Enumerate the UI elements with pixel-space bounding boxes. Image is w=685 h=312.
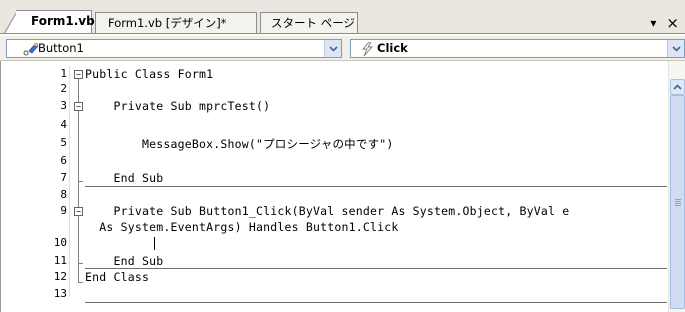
document-tab-strip: Form1.vb* Form1.vb [デザイン]* スタート ページ ▾ × (0, 0, 685, 36)
close-icon[interactable]: × (666, 14, 679, 32)
vertical-scrollbar[interactable] (668, 61, 685, 312)
event-lightning-icon (362, 42, 374, 56)
code-text: Private Sub mprcTest() (85, 99, 271, 113)
change-indicator-bar (69, 65, 70, 297)
scroll-up-button[interactable] (670, 79, 685, 95)
procedure-separator (85, 302, 667, 303)
collapse-method-toggle[interactable]: − (74, 207, 83, 216)
outline-guide-end (78, 181, 83, 182)
class-name-combobox[interactable]: Button1 (6, 39, 342, 58)
code-line-continuation: As System.EventArgs) Handles Button1.Cli… (1, 220, 671, 235)
code-text: End Class (85, 270, 150, 284)
line-number: 10 (53, 236, 67, 249)
collapse-class-toggle[interactable]: − (74, 70, 83, 79)
code-text: Private Sub Button1_Click(ByVal sender A… (85, 204, 570, 218)
chevron-down-icon[interactable] (324, 40, 341, 57)
navigation-bar: Button1 Click (0, 36, 685, 61)
code-line: 13 (1, 287, 671, 302)
tab-form1-design[interactable]: Form1.vb [デザイン]* (95, 12, 257, 34)
code-text: MessageBox.Show("プロシージャの中です") (85, 137, 394, 151)
code-line: 9 Private Sub Button1_Click(ByVal sender… (1, 204, 671, 219)
code-text: As System.EventArgs) Handles Button1.Cli… (85, 220, 399, 234)
tab-form1-vb[interactable]: Form1.vb* (16, 10, 101, 34)
line-number: 9 (60, 204, 67, 217)
code-line: 2 (1, 82, 671, 97)
code-text: End Sub (85, 171, 164, 185)
line-number: 3 (60, 99, 67, 112)
line-number: 6 (60, 154, 67, 167)
line-number: 8 (60, 188, 67, 201)
code-line: 6 (1, 154, 671, 169)
code-line: 5 MessageBox.Show("プロシージャの中です") (1, 136, 671, 151)
method-name-value: Click (377, 41, 408, 55)
code-line: 1 Public Class Form1 (1, 67, 671, 82)
line-number: 5 (60, 136, 67, 149)
code-line: 3 Private Sub mprcTest() (1, 99, 671, 114)
outline-guide-end (78, 282, 83, 283)
control-icon (23, 43, 39, 56)
class-name-value: Button1 (38, 41, 84, 55)
line-number: 12 (53, 270, 67, 283)
collapse-method-toggle[interactable]: − (74, 102, 83, 111)
code-text: Public Class Form1 (85, 67, 214, 81)
tab-label: スタート ページ (271, 16, 355, 30)
line-number: 11 (53, 254, 67, 267)
outline-guide-end (78, 263, 83, 264)
code-editor[interactable]: 1 Public Class Form1 2 3 Private Sub mpr… (0, 61, 685, 312)
tab-start-page[interactable]: スタート ページ (260, 12, 358, 34)
line-number: 2 (60, 82, 67, 95)
chevron-down-icon[interactable]: ▾ (650, 16, 656, 30)
scroll-thumb[interactable] (670, 95, 685, 309)
tab-label: Form1.vb* (31, 14, 101, 28)
method-name-combobox[interactable]: Click (350, 39, 685, 58)
code-line: 4 (1, 118, 671, 133)
procedure-separator (85, 268, 667, 269)
chevron-down-icon[interactable] (667, 40, 684, 57)
line-number: 7 (60, 171, 67, 184)
tab-label: Form1.vb [デザイン]* (108, 16, 227, 30)
tab-controls: ▾ × (650, 14, 679, 32)
text-caret (154, 237, 155, 250)
code-line: 12 End Class (1, 270, 671, 285)
code-line: 11 End Sub (1, 254, 671, 269)
line-number: 1 (60, 67, 67, 80)
code-line: 7 End Sub (1, 171, 671, 186)
line-number: 13 (53, 287, 67, 300)
chevron-up-icon (673, 84, 682, 90)
code-line: 10 (1, 236, 671, 251)
code-line: 8 (1, 188, 671, 203)
procedure-separator (85, 186, 667, 187)
line-number: 4 (60, 118, 67, 131)
code-text: End Sub (85, 254, 164, 268)
